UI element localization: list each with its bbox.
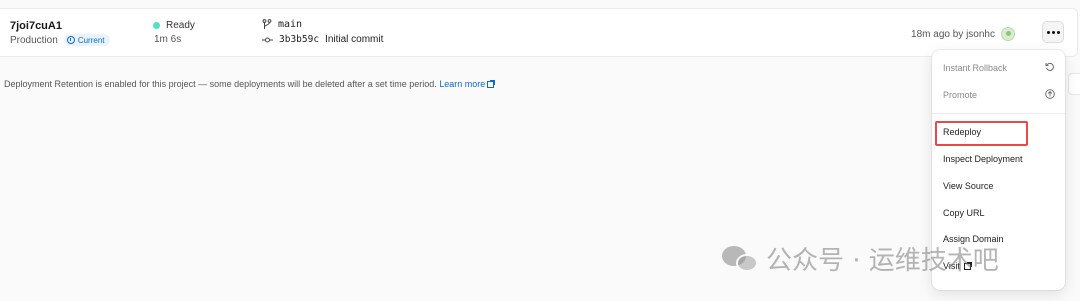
menu-item-redeploy[interactable]: Redeploy — [943, 127, 981, 137]
avatar[interactable] — [1001, 27, 1015, 41]
status: Ready — [153, 20, 195, 31]
current-badge: Current — [63, 34, 110, 46]
learn-more-label: Learn more — [439, 79, 486, 89]
menu-item-instant-rollback[interactable]: Instant Rollback — [943, 63, 1007, 73]
deployment-meta: 18m ago by jsonhc — [911, 27, 1015, 41]
commit-message: Initial commit — [325, 34, 384, 45]
rollback-icon — [1045, 62, 1054, 71]
deployment-id[interactable]: 7joi7cuA1 — [10, 20, 62, 32]
menu-item-promote[interactable]: Promote — [943, 90, 977, 100]
watermark-text: 公众号 · 运维技术吧 — [766, 246, 999, 276]
current-badge-label: Current — [77, 35, 105, 45]
promote-icon — [1045, 89, 1055, 99]
commit[interactable]: 3b3b59c Initial commit — [262, 34, 383, 45]
menu-item-copy-url[interactable]: Copy URL — [943, 208, 985, 218]
environment-label: Production — [10, 34, 58, 46]
time-ago: 18m ago by jsonhc — [911, 28, 995, 40]
branch-name: main — [278, 19, 303, 30]
wechat-logo-icon — [722, 244, 758, 274]
menu-separator — [932, 113, 1065, 114]
menu-item-view-source[interactable]: View Source — [943, 181, 993, 191]
branch[interactable]: main — [262, 19, 302, 30]
current-icon — [66, 36, 75, 44]
git-commit-icon — [262, 37, 273, 42]
learn-more-link[interactable]: Learn more — [439, 79, 496, 89]
dot-icon — [1046, 30, 1050, 34]
commit-hash: 3b3b59c — [279, 34, 320, 45]
git-branch-icon — [262, 19, 272, 29]
notice-text: Deployment Retention is enabled for this… — [4, 79, 437, 89]
retention-notice: Deployment Retention is enabled for this… — [4, 79, 496, 89]
deployment-row[interactable]: 7joi7cuA1 Production Current Ready 1m 6s… — [0, 8, 1078, 57]
dot-icon — [1056, 30, 1060, 34]
status-label: Ready — [166, 20, 195, 31]
external-link-icon — [487, 80, 496, 88]
build-duration: 1m 6s — [154, 34, 182, 45]
side-panel-tab[interactable] — [1068, 73, 1080, 95]
environment: Production Current — [10, 34, 110, 46]
menu-item-inspect-deployment[interactable]: Inspect Deployment — [943, 154, 1023, 164]
dot-icon — [1051, 30, 1055, 34]
more-actions-button[interactable] — [1042, 21, 1064, 43]
status-dot-icon — [153, 22, 160, 29]
watermark: 公众号 · 运维技术吧 — [722, 240, 999, 277]
